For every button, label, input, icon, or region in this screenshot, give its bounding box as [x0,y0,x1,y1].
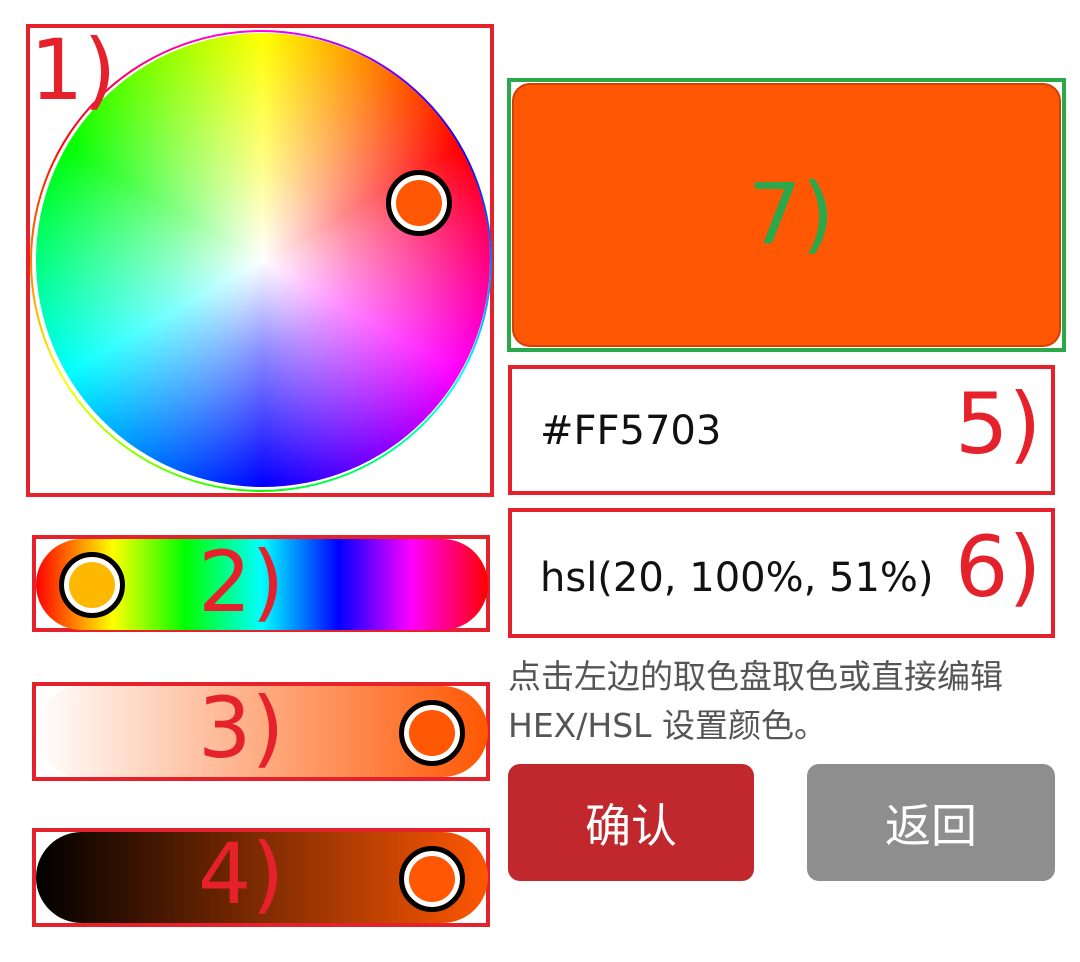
confirm-button[interactable]: 确认 [508,764,754,881]
color-preview [512,83,1061,347]
saturation-slider-handle[interactable] [398,700,465,766]
hue-slider-handle[interactable] [59,552,126,618]
color-wheel[interactable] [36,33,490,487]
hex-input[interactable] [540,406,940,456]
back-button[interactable]: 返回 [807,764,1055,881]
color-wheel-handle[interactable] [386,170,452,236]
hsl-input[interactable] [540,553,950,603]
instruction-text: 点击左边的取色盘取色或直接编辑 HEX/HSL 设置颜色。 [508,657,1003,745]
lightness-slider-handle[interactable] [398,846,465,912]
